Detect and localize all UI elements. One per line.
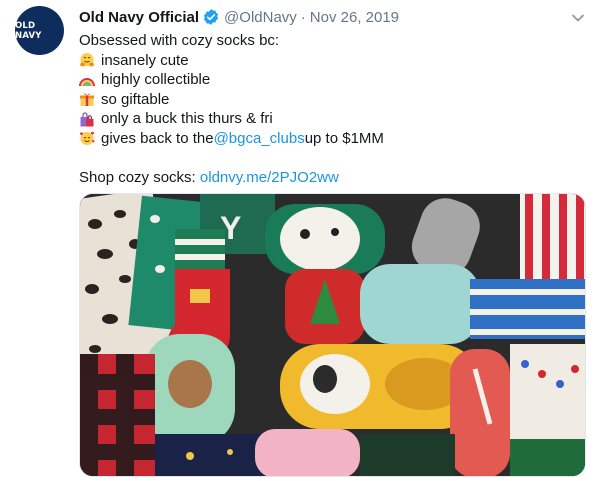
user-handle[interactable]: @OldNavy	[224, 9, 297, 26]
line-5-text: gives back to the	[101, 129, 214, 147]
mention-link[interactable]: @bgca_clubs	[214, 129, 305, 149]
wrapped-gift-icon	[79, 91, 95, 107]
tweet-line-2: highly collectible	[79, 70, 584, 90]
tweet-media-image[interactable]: Y	[79, 193, 586, 477]
shopping-bags-icon	[79, 111, 95, 127]
chevron-down-icon[interactable]	[571, 10, 585, 22]
verified-badge-icon	[202, 8, 220, 26]
display-name[interactable]: Old Navy Official	[79, 9, 199, 26]
tweet-line-1: insanely cute	[79, 51, 584, 71]
intro-text: Obsessed with cozy socks bc:	[79, 32, 280, 49]
hugging-face-icon	[79, 52, 95, 68]
tweet-header: Old Navy Official @OldNavy · Nov 26, 201…	[79, 7, 399, 27]
separator-dot: ·	[300, 8, 306, 26]
shop-text: Shop cozy socks:	[79, 168, 196, 186]
tweet-date[interactable]: Nov 26, 2019	[310, 9, 399, 26]
tweet-line-shop: Shop cozy socks: oldnvy.me/2PJO2ww	[79, 168, 584, 188]
rainbow-icon	[79, 72, 95, 88]
tweet-line-3: so giftable	[79, 90, 584, 110]
shop-link[interactable]: oldnvy.me/2PJO2ww	[200, 168, 339, 188]
line-2-text: highly collectible	[101, 71, 211, 88]
tweet-line-5: gives back to the @bgca_clubs up to $1MM	[79, 129, 584, 149]
line-5-tail-text: up to $1MM	[304, 129, 384, 147]
avatar[interactable]: OLD NAVY	[15, 6, 64, 55]
tweet-line-intro: Obsessed with cozy socks bc:	[79, 31, 584, 51]
line-3-text: so giftable	[101, 90, 170, 108]
socks-photo: Y	[80, 194, 585, 476]
tweet-text: Obsessed with cozy socks bc: insanely cu…	[79, 31, 584, 187]
line-spacer	[79, 148, 584, 168]
avatar-logo-text: OLD NAVY	[15, 20, 42, 41]
line-4-text: only a buck this thurs & fri	[101, 110, 273, 127]
line-1-text: insanely cute	[101, 51, 189, 69]
tweet-line-4: only a buck this thurs & fri	[79, 109, 584, 129]
smiling-face-with-hearts-icon	[79, 130, 95, 146]
tweet[interactable]: OLD NAVY Old Navy Official @OldNavy · No…	[0, 0, 603, 481]
